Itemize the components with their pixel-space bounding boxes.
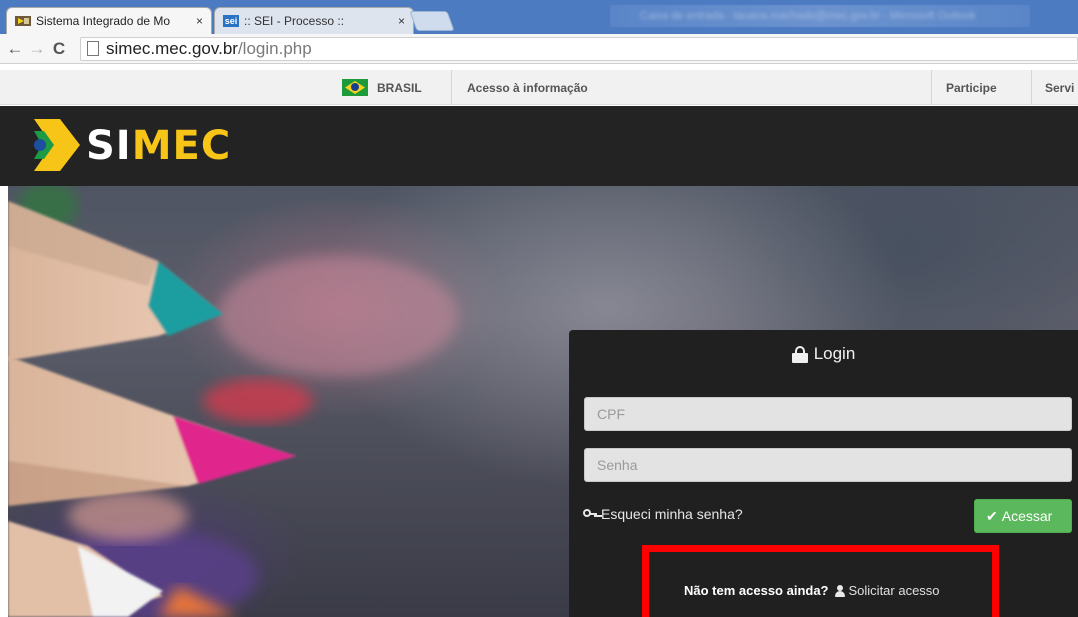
browser-toolbar: ← → C simec.mec.gov.br/login.php	[0, 34, 1078, 64]
gov-bar: BRASIL Acesso à informação Participe Ser…	[0, 70, 1078, 105]
divider	[451, 70, 452, 105]
lock-icon	[791, 345, 808, 363]
senha-input[interactable]	[584, 448, 1072, 482]
acesso-informacao-link[interactable]: Acesso à informação	[467, 70, 588, 105]
url-host: simec.mec.gov.br	[106, 38, 238, 58]
highlight-box	[642, 545, 999, 617]
servicos-label: Servi	[1045, 80, 1075, 95]
login-title: Login	[569, 344, 1078, 364]
tab-title: Sistema Integrado de Mo	[36, 14, 171, 28]
back-arrow-icon[interactable]: ←	[4, 39, 26, 59]
participe-label: Participe	[946, 80, 997, 95]
key-icon	[583, 509, 597, 519]
forward-arrow-icon[interactable]: →	[26, 39, 48, 59]
new-tab-button[interactable]	[409, 11, 455, 31]
divider	[1031, 70, 1032, 105]
divider	[931, 70, 932, 105]
simec-logo[interactable]: SIMEC	[86, 123, 231, 169]
simec-favicon-icon	[15, 16, 31, 26]
participe-link[interactable]: Participe	[946, 70, 997, 105]
tab-sei[interactable]: sei :: SEI - Processo :: ×	[214, 7, 414, 34]
forgot-password-link[interactable]: Esqueci minha senha?	[583, 506, 743, 522]
address-bar[interactable]: simec.mec.gov.br/login.php	[80, 36, 1078, 61]
close-tab-icon[interactable]: ×	[196, 14, 203, 28]
servicos-link[interactable]: Servi	[1045, 70, 1074, 105]
login-title-text: Login	[813, 344, 856, 363]
tab-title: :: SEI - Processo ::	[244, 14, 345, 28]
page-icon	[87, 41, 99, 56]
brasil-link[interactable]: BRASIL	[342, 70, 422, 105]
tab-simec[interactable]: Sistema Integrado de Mo ×	[6, 7, 212, 34]
acessar-button[interactable]: ✔ Acessar	[974, 499, 1072, 533]
brasil-label: BRASIL	[377, 80, 422, 95]
browser-tab-bar: Caixa de entrada - tauana.machado@mec.go…	[0, 0, 1078, 34]
url-path: /login.php	[237, 38, 312, 58]
forgot-password-label: Esqueci minha senha?	[601, 506, 743, 522]
cpf-input[interactable]	[584, 397, 1072, 431]
close-tab-icon[interactable]: ×	[398, 14, 405, 28]
blurred-window-title: Caixa de entrada - tauana.machado@mec.go…	[610, 5, 1030, 27]
sei-favicon-icon: sei	[223, 15, 239, 27]
acesso-label: Acesso à informação	[467, 80, 588, 95]
brazil-flag-icon	[342, 79, 368, 96]
site-header: SIMEC	[0, 106, 1078, 186]
simec-logo-icon[interactable]	[30, 117, 80, 173]
check-icon: ✔	[986, 507, 998, 524]
acessar-label: Acessar	[1001, 508, 1053, 524]
reload-icon[interactable]: C	[48, 39, 70, 59]
